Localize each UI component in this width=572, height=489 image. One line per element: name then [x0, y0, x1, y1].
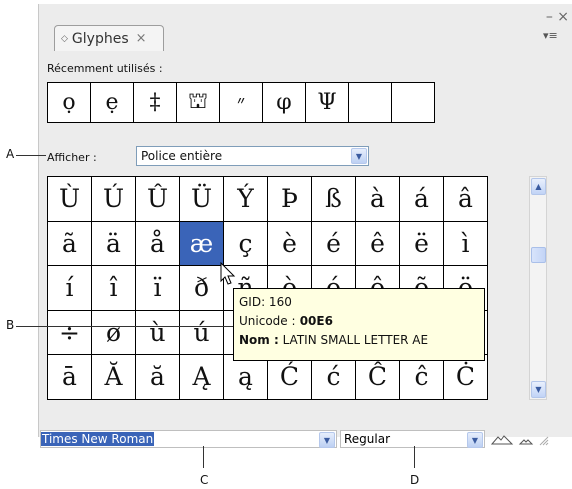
recent-glyph-cell[interactable] [392, 83, 435, 123]
font-style-dropdown-icon[interactable]: ▼ [467, 432, 483, 448]
glyph-cell[interactable]: Ą [180, 355, 224, 400]
glyph-cell[interactable]: ë [400, 221, 444, 266]
tab-collapse-icon[interactable]: ◇ [61, 34, 68, 44]
callout-d-line [414, 446, 415, 468]
font-family-dropdown-icon[interactable]: ▼ [319, 432, 335, 448]
tooltip-unicode: Unicode : 00E6 [239, 312, 479, 331]
mouse-cursor-icon [220, 262, 236, 285]
tooltip-name: Nom : LATIN SMALL LETTER AE [239, 331, 479, 350]
glyph-cell[interactable]: à [356, 177, 400, 222]
tab-label: Glyphes [71, 30, 129, 47]
tooltip-name-value: LATIN SMALL LETTER AE [278, 333, 429, 347]
tab-glyphes[interactable]: ◇ Glyphes × [54, 25, 164, 51]
glyph-cell[interactable]: Ü [180, 177, 224, 222]
tab-close-icon[interactable]: × [136, 31, 147, 46]
tooltip-unicode-label: Unicode : [239, 314, 296, 328]
glyph-cell[interactable]: ï [136, 266, 180, 311]
glyph-cell[interactable]: î [92, 266, 136, 311]
show-label: Afficher : [47, 151, 97, 164]
glyph-cell[interactable]: ÷ [48, 310, 92, 355]
panel-tabstrip: ◇ Glyphes × – × ▾≡ [39, 4, 572, 51]
glyph-cell[interactable]: í [48, 266, 92, 311]
glyph-cell[interactable]: ù [136, 310, 180, 355]
glyph-tooltip: GID: 160 Unicode : 00E6 Nom : LATIN SMAL… [233, 288, 485, 361]
callout-a: A [6, 147, 15, 161]
callout-b-line [16, 326, 234, 327]
tooltip-gid: GID: 160 [239, 295, 292, 309]
recent-glyph-cell[interactable]: ⛫ [177, 83, 220, 123]
panel-menu-icon[interactable]: ▾≡ [543, 29, 565, 43]
callout-b: B [6, 318, 15, 332]
glyph-cell[interactable]: ć [312, 355, 356, 400]
scroll-thumb[interactable] [531, 247, 546, 263]
show-select[interactable]: Police entière ▼ [136, 146, 369, 166]
resize-grip-icon[interactable] [539, 436, 549, 446]
glyph-cell[interactable]: ø [92, 310, 136, 355]
font-family-value: Times New Roman [41, 432, 155, 446]
glyph-cell[interactable]: Ć [268, 355, 312, 400]
glyph-cell[interactable]: Ú [92, 177, 136, 222]
glyph-cell[interactable]: ß [312, 177, 356, 222]
glyph-cell[interactable]: Ù [48, 177, 92, 222]
zoom-buttons [490, 435, 549, 446]
glyph-cell[interactable]: é [312, 221, 356, 266]
glyph-cell[interactable]: Ĉ [356, 355, 400, 400]
glyph-cell[interactable]: â [444, 177, 488, 222]
show-select-value: Police entière [141, 149, 223, 163]
tooltip-unicode-value: 00E6 [295, 314, 333, 328]
chevron-down-icon[interactable]: ▼ [351, 148, 367, 164]
glyph-cell[interactable]: ð [180, 266, 224, 311]
glyph-cell[interactable]: è [268, 221, 312, 266]
glyph-cell[interactable]: ú [180, 310, 224, 355]
glyph-cell[interactable]: Ý [224, 177, 268, 222]
glyph-cell[interactable]: ê [356, 221, 400, 266]
recent-glyph-cell[interactable]: ‡ [134, 83, 177, 123]
recent-glyph-cell[interactable]: ״ [220, 83, 263, 123]
callout-a-line [16, 155, 46, 156]
minimize-icon[interactable]: – [546, 9, 553, 25]
callout-c: C [200, 473, 209, 487]
recent-glyph-cell[interactable]: ẹ [91, 83, 134, 123]
font-style-value: Regular [344, 432, 391, 446]
tooltip-name-label: Nom : [239, 333, 279, 347]
glyph-cell[interactable]: ä [92, 221, 136, 266]
glyph-cell[interactable]: Þ [268, 177, 312, 222]
glyph-cell[interactable]: ã [48, 221, 92, 266]
window-buttons: – × [546, 9, 569, 25]
zoom-in-icon[interactable] [518, 439, 534, 445]
glyphs-panel: ◇ Glyphes × – × ▾≡ Récemment utilisés : … [38, 4, 572, 437]
glyph-cell[interactable]: ĉ [400, 355, 444, 400]
glyph-cell[interactable]: å [136, 221, 180, 266]
recent-glyph-cell[interactable]: Ψ [306, 83, 349, 123]
recent-label: Récemment utilisés : [47, 62, 163, 75]
glyph-cell[interactable]: ç [224, 221, 268, 266]
recent-glyph-grid: ọ ẹ ‡ ⛫ ״ φ Ψ [47, 82, 435, 123]
callout-c-line [203, 446, 204, 468]
zoom-out-icon[interactable] [490, 435, 514, 445]
glyph-cell[interactable]: Ă [92, 355, 136, 400]
font-family-field[interactable]: Times New Roman ▼ [40, 430, 337, 448]
font-style-field[interactable]: Regular ▼ [340, 430, 485, 448]
glyph-cell[interactable]: ă [136, 355, 180, 400]
glyph-cell[interactable]: ì [444, 221, 488, 266]
callout-d: D [410, 473, 420, 487]
glyph-cell-selected[interactable]: æ [180, 221, 224, 266]
glyph-cell[interactable]: Û [136, 177, 180, 222]
glyph-scrollbar[interactable]: ▲ ▼ [529, 176, 547, 400]
recent-glyph-cell[interactable] [349, 83, 392, 123]
close-icon[interactable]: × [557, 9, 569, 25]
glyph-cell[interactable]: ā [48, 355, 92, 400]
glyph-cell[interactable]: á [400, 177, 444, 222]
recent-glyph-cell[interactable]: φ [263, 83, 306, 123]
glyph-cell[interactable]: ą [224, 355, 268, 400]
glyph-cell[interactable]: Ċ [444, 355, 488, 400]
recent-glyph-cell[interactable]: ọ [48, 83, 91, 123]
scroll-down-icon[interactable]: ▼ [531, 381, 546, 398]
scroll-up-icon[interactable]: ▲ [531, 178, 546, 195]
